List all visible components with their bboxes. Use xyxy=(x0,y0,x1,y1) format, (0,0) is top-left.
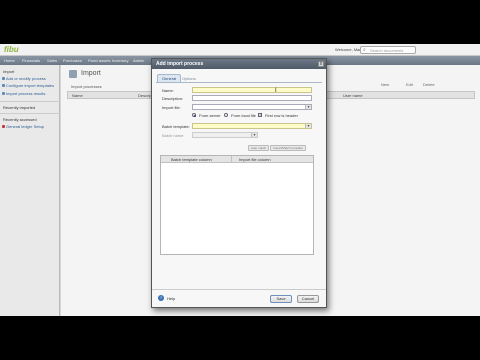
search-placeholder: Search documents xyxy=(370,48,404,53)
edit-button[interactable]: Edit xyxy=(406,82,413,87)
sidebar-recent-title: Recently imported xyxy=(3,105,36,110)
from-local-file-radio[interactable] xyxy=(224,113,228,117)
from-server-label: From server xyxy=(199,113,221,118)
new-button[interactable]: New xyxy=(381,82,389,87)
chevron-down-icon: ▾ xyxy=(305,124,311,128)
tab-divider xyxy=(156,82,322,83)
batch-name-label: Batch name: xyxy=(162,133,185,138)
app-logo: fibu xyxy=(4,45,19,54)
text-cursor-icon: I xyxy=(275,88,277,94)
column-mapping-grid[interactable]: Batch template column Import file column xyxy=(160,155,314,255)
column-user-name[interactable]: User name xyxy=(343,93,363,98)
process-icon xyxy=(2,77,5,80)
dialog-title-bar[interactable]: Add import process x xyxy=(152,59,326,69)
sidebar-recent-item[interactable]: General ledger Setup xyxy=(6,124,44,129)
sidebar-item-configure-templates[interactable]: Configure import templates xyxy=(6,83,54,88)
nav-item-sales[interactable]: Sales xyxy=(47,58,57,63)
mapping-grid-header: Batch template column Import file column xyxy=(161,156,313,163)
column-name[interactable]: Name xyxy=(72,93,83,98)
sidebar-divider xyxy=(0,113,60,114)
column-divider xyxy=(231,156,232,163)
import-file-select[interactable]: ▾ xyxy=(192,104,312,110)
chevron-down-icon: ▾ xyxy=(251,133,257,137)
nav-item-purchases[interactable]: Purchases xyxy=(63,58,82,63)
app-window: fibu Welcome, Maria ⌕ Search documents H… xyxy=(0,44,480,316)
search-input[interactable]: ⌕ Search documents xyxy=(360,46,416,54)
import-file-label: Import file: xyxy=(162,105,181,110)
name-field[interactable] xyxy=(192,87,312,93)
sidebar-item-add-process[interactable]: Add or modify process xyxy=(6,76,46,81)
nav-item-home[interactable]: Home xyxy=(4,58,15,63)
batch-name-select[interactable]: ▾ xyxy=(192,132,258,138)
help-link[interactable]: Help xyxy=(167,296,175,301)
sidebar: Import Add or modify process Configure i… xyxy=(0,65,60,316)
close-icon[interactable]: x xyxy=(318,61,324,67)
search-icon: ⌕ xyxy=(363,47,366,53)
description-label: Description: xyxy=(162,96,184,101)
template-icon xyxy=(2,84,5,87)
first-row-header-label: First row is header xyxy=(265,113,298,118)
sidebar-section-title: Import xyxy=(3,69,15,74)
name-label: Name: xyxy=(162,88,174,93)
description-field[interactable] xyxy=(192,95,312,101)
sidebar-divider xyxy=(0,101,60,102)
cancel-button[interactable]: Cancel xyxy=(297,295,319,303)
save-button[interactable]: Save xyxy=(270,295,292,303)
auto-match-button[interactable]: Auto match xyxy=(248,145,270,151)
from-local-file-label: From local file xyxy=(231,113,256,118)
section-subtitle: Import processes xyxy=(71,84,102,89)
delete-button[interactable]: Delete xyxy=(423,82,435,87)
top-bar: fibu Welcome, Maria ⌕ Search documents xyxy=(0,44,480,56)
first-row-header-checkbox[interactable] xyxy=(258,113,262,117)
dialog-title: Add import process xyxy=(156,61,204,67)
add-import-process-dialog: Add import process x General Options Nam… xyxy=(151,58,327,308)
nav-item-inventory[interactable]: Inventory xyxy=(112,58,128,63)
sidebar-recent-accessed-title: Recently accessed xyxy=(3,117,37,122)
nav-item-admin[interactable]: Admin xyxy=(133,58,144,63)
page-title: Import xyxy=(81,70,101,77)
ledger-icon xyxy=(2,125,5,128)
from-server-radio[interactable] xyxy=(192,113,196,117)
import-match-template-button[interactable]: Import/Match template xyxy=(270,145,306,151)
footer-divider xyxy=(152,289,326,290)
nav-item-financials[interactable]: Financials xyxy=(22,58,40,63)
sidebar-item-process-results[interactable]: Import process results xyxy=(6,91,45,96)
help-icon[interactable]: ? xyxy=(158,295,164,301)
results-icon xyxy=(2,92,5,95)
batch-template-select[interactable]: ▾ xyxy=(192,123,312,129)
batch-template-column-header[interactable]: Batch template column xyxy=(171,157,212,162)
import-icon xyxy=(69,70,77,78)
chevron-down-icon: ▾ xyxy=(305,105,311,109)
import-file-column-header[interactable]: Import file column xyxy=(239,157,271,162)
tab-options[interactable]: Options xyxy=(177,74,201,82)
nav-item-fixed-assets[interactable]: Fixed assets xyxy=(88,58,110,63)
batch-template-label: Batch template: xyxy=(162,124,190,129)
